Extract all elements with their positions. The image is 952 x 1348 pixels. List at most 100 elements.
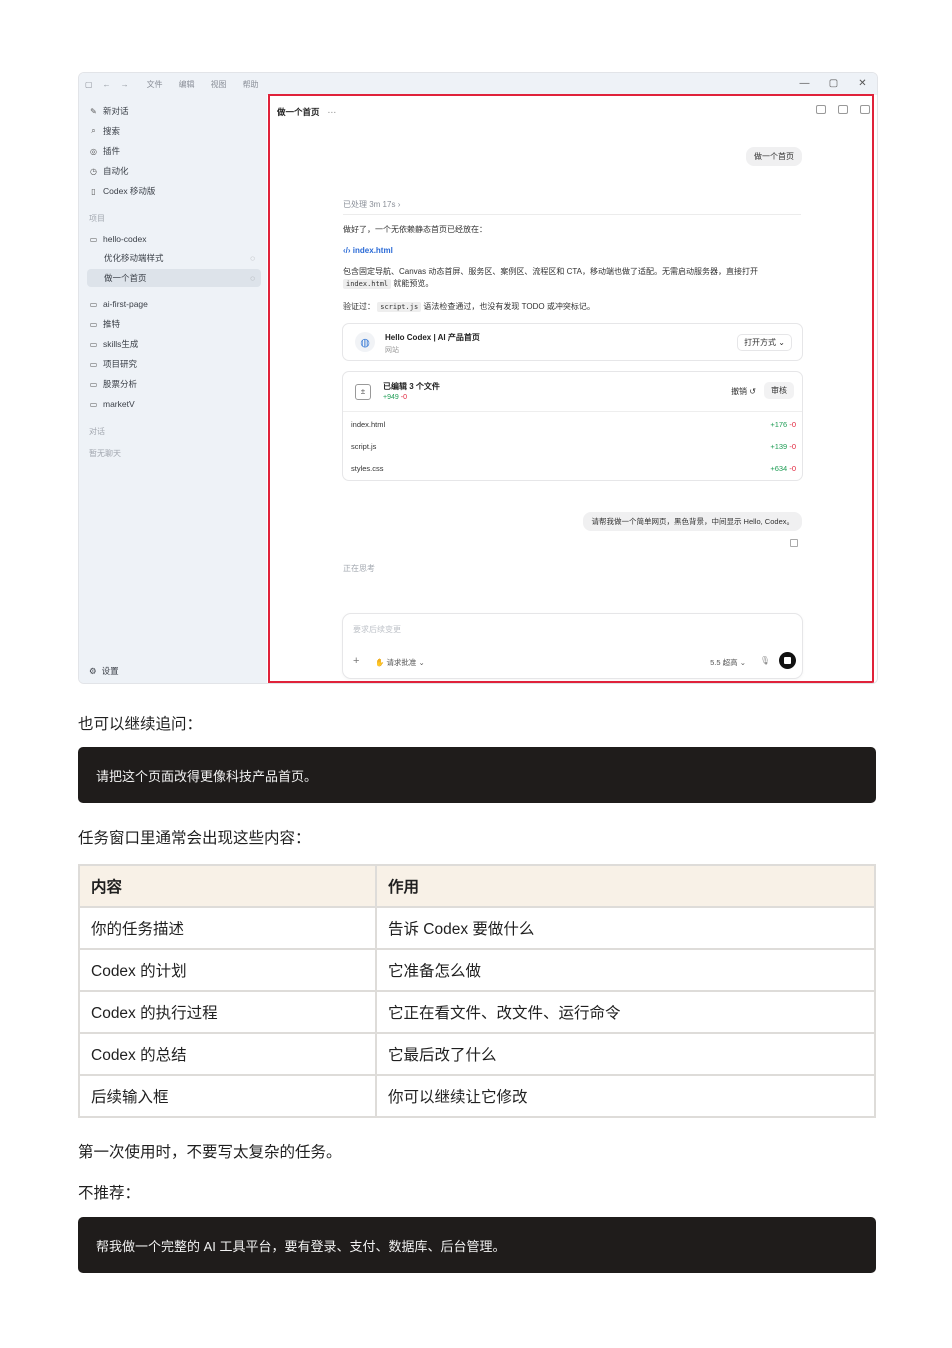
plugin-icon: ◎ (90, 146, 97, 156)
menu-view[interactable]: 视图 (211, 79, 227, 90)
paragraph-not-recommended: 不推荐： (78, 1185, 141, 1202)
add-icon[interactable]: + (353, 655, 359, 667)
sidebar-item-automation[interactable]: ◷ 自动化 (89, 164, 129, 178)
app-screenshot: ▢ ← → 文件 编辑 视图 帮助 — ▢ ✕ ✎ 新对话 ⌕ 搜索 ◎ 插件 (78, 72, 878, 684)
task-pane: 做一个首页 ⋯ 做一个首页 已处理 3m 17s › 做好了，一个无依赖静态首页已… (267, 95, 877, 683)
undo-button[interactable]: 撤销 ↺ (731, 386, 756, 397)
open-with-button[interactable]: 打开方式 ⌄ (737, 334, 792, 351)
processed-status[interactable]: 已处理 3m 17s › (343, 199, 400, 210)
edited-files-card: ± 已编辑 3 个文件 +949 -0 撤销 ↺ 审核 index.html +… (342, 371, 803, 481)
table-cell: 后续输入框 (78, 1074, 377, 1118)
folder-icon: ▭ (89, 234, 98, 244)
file-row[interactable]: index.html +176 -0 (351, 420, 796, 429)
edited-files-header: ± 已编辑 3 个文件 +949 -0 撤销 ↺ 审核 (343, 372, 802, 412)
sidebar-toggle-icon[interactable]: ▢ (85, 80, 93, 89)
folder-icon: ▭ (89, 379, 98, 389)
clock-icon: ◷ (90, 166, 97, 176)
sidebar-subitem-mobile-style[interactable]: 优化移动端样式 ◌ (87, 249, 261, 267)
code-block-followup: 请把这个页面改得更像科技产品首页。 (78, 747, 876, 803)
table-row: Codex 的总结 它最后改了什么 (78, 1032, 876, 1076)
sidebar-item-mobile[interactable]: ▯ Codex 移动版 (89, 184, 155, 198)
divider (343, 214, 801, 215)
sidebar-project-hello-codex[interactable]: ▭ hello-codex (89, 232, 147, 246)
paragraph-first-use: 第一次使用时，不要写太复杂的任务。 (78, 1144, 342, 1161)
composer-input[interactable]: 要求后续变更 (353, 624, 401, 635)
folder-icon: ▭ (89, 359, 98, 369)
folder-icon: ▭ (89, 319, 98, 329)
review-button[interactable]: 审核 (764, 382, 794, 399)
table-row: 你的任务描述 告诉 Codex 要做什么 (78, 906, 876, 950)
back-icon[interactable]: ← (103, 80, 111, 89)
more-icon[interactable]: ⋯ (328, 107, 337, 117)
minimize-button[interactable]: — (790, 73, 819, 95)
response-description: 包含固定导航、Canvas 动态首屏、服务区、案例区、流程区和 CTA，移动端也… (343, 267, 758, 289)
sidebar-project-research[interactable]: ▭ 项目研究 (89, 357, 137, 371)
code-block-bad-example: 帮我做一个完整的 AI 工具平台，要有登录、支付、数据库、后台管理。 (78, 1217, 876, 1273)
menu-file[interactable]: 文件 (147, 79, 163, 90)
stop-button[interactable] (779, 652, 796, 669)
close-button[interactable]: ✕ (848, 73, 877, 95)
sidebar-subitem-homepage[interactable]: 做一个首页 ◌ (87, 269, 261, 287)
file-diff-icon: ± (355, 384, 371, 400)
sidebar-project-stocks[interactable]: ▭ 股票分析 (89, 377, 137, 391)
table-header: 作用 (375, 864, 876, 908)
table-cell: 它准备怎么做 (375, 948, 876, 992)
loading-icon: ◌ (250, 253, 255, 263)
phone-icon: ▯ (91, 186, 96, 196)
chats-section-label: 对话 (89, 427, 105, 436)
paragraph-followup: 也可以继续追问： (78, 716, 203, 733)
list-icon[interactable] (816, 105, 826, 114)
code-icon: ‹/› (343, 246, 351, 255)
gear-icon: ⚙ (89, 665, 97, 676)
verify-text: 验证过： script.js 语法检查通过，也没有发现 TODO 或冲突标记。 (343, 302, 595, 312)
title-bar: ▢ ← → 文件 编辑 视图 帮助 — ▢ ✕ (79, 73, 877, 95)
folder-icon: ▭ (89, 339, 98, 349)
sidebar-project-ai-first-page[interactable]: ▭ ai-first-page (89, 297, 148, 311)
table-row: Codex 的计划 它准备怎么做 (78, 948, 876, 992)
preview-card[interactable]: ◍ Hello Codex | AI 产品首页 网站 打开方式 ⌄ (342, 323, 803, 361)
terminal-icon[interactable] (838, 105, 848, 114)
table-cell: 它最后改了什么 (375, 1032, 876, 1076)
thinking-status: 正在思考 (343, 564, 375, 573)
table-row: 后续输入框 你可以继续让它修改 (78, 1074, 876, 1118)
table-cell: 你可以继续让它修改 (375, 1074, 876, 1118)
sidebar-project-marketv[interactable]: ▭ marketV (89, 397, 135, 411)
table-cell: 告诉 Codex 要做什么 (375, 906, 876, 950)
menu-edit[interactable]: 编辑 (179, 79, 195, 90)
content-table: 内容 作用 你的任务描述 告诉 Codex 要做什么 Codex 的计划 它准备… (78, 864, 876, 1118)
sidebar-item-new-chat[interactable]: ✎ 新对话 (89, 104, 128, 118)
composer[interactable]: 要求后续变更 + ✋ 请求批准 ⌄ 5.5 超高 ⌄ 🎙 (342, 613, 803, 679)
pane-toolbar (816, 105, 870, 114)
response-intro: 做好了，一个无依赖静态首页已经放在： (343, 225, 487, 234)
table-cell: 你的任务描述 (78, 906, 377, 950)
copy-icon[interactable] (790, 539, 798, 547)
maximize-button[interactable]: ▢ (819, 73, 848, 95)
user-message-2: 请帮我做一个简单网页，黑色背景，中间显示 Hello, Codex。 (583, 512, 802, 531)
no-chats-text: 暂无聊天 (89, 449, 121, 458)
sidebar-item-plugins[interactable]: ◎ 插件 (89, 144, 120, 158)
file-link[interactable]: ‹/› index.html (343, 245, 393, 257)
task-title: 做一个首页 ⋯ (277, 107, 337, 117)
search-icon: ⌕ (91, 126, 96, 135)
mic-icon[interactable]: 🎙 (760, 656, 770, 665)
panel-icon[interactable] (860, 105, 870, 114)
table-header: 内容 (78, 864, 377, 908)
approval-dropdown[interactable]: ✋ 请求批准 ⌄ (375, 657, 425, 668)
menu-help[interactable]: 帮助 (243, 79, 259, 90)
settings-button[interactable]: ⚙ 设置 (89, 665, 119, 677)
loading-icon: ◌ (250, 273, 255, 283)
table-row: Codex 的执行过程 它正在看文件、改文件、运行命令 (78, 990, 876, 1034)
edit-icon: ✎ (90, 106, 97, 116)
diff-stats: +949 -0 (383, 394, 407, 401)
model-dropdown[interactable]: 5.5 超高 ⌄ (710, 657, 746, 668)
folder-icon: ▭ (89, 299, 98, 309)
sidebar-item-search[interactable]: ⌕ 搜索 (89, 124, 120, 138)
file-row[interactable]: styles.css +634 -0 (351, 464, 796, 473)
projects-section-label: 项目 (89, 214, 105, 223)
forward-icon[interactable]: → (121, 80, 129, 89)
table-cell: Codex 的计划 (78, 948, 377, 992)
sidebar-project-skills[interactable]: ▭ skills生成 (89, 337, 139, 351)
sidebar-project-twitter[interactable]: ▭ 推特 (89, 317, 120, 331)
table-cell: Codex 的总结 (78, 1032, 377, 1076)
file-row[interactable]: script.js +139 -0 (351, 442, 796, 451)
